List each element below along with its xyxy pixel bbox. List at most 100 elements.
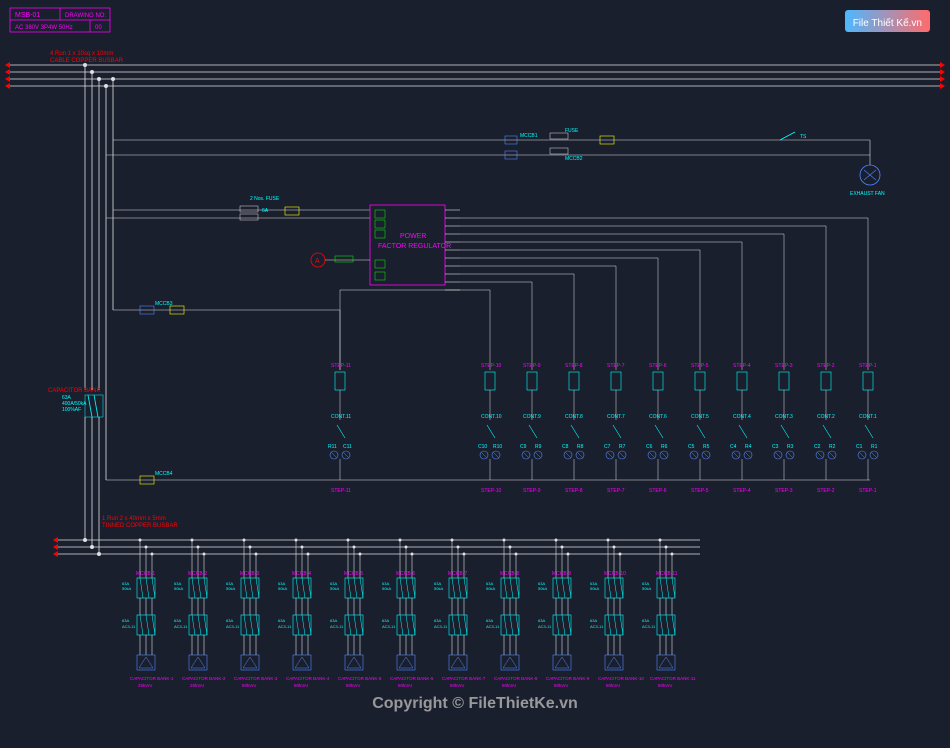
svg-text:MCCB4: MCCB4 bbox=[155, 471, 173, 477]
svg-text:50kVAr: 50kVAr bbox=[606, 683, 621, 688]
svg-text:CAPACITOR BANK-1: CAPACITOR BANK-1 bbox=[130, 676, 174, 681]
bank-1: MCCB-163A50kA63AAC3-11CAPACITOR BANK-125… bbox=[122, 539, 174, 689]
pfr-title1: POWER bbox=[400, 233, 426, 240]
svg-text:STEP-9: STEP-9 bbox=[523, 488, 541, 494]
svg-text:C5: C5 bbox=[688, 444, 695, 450]
title-drawing: DRAWING NO: bbox=[65, 13, 106, 19]
pfr-title2: FACTOR REGULATOR bbox=[378, 243, 451, 250]
step-10: STEP-10CONT.10C10R10STEP-10 bbox=[460, 290, 502, 494]
svg-text:25kVAr: 25kVAr bbox=[138, 683, 153, 688]
bank-8: MCCB-863A50kA63AAC3-11CAPACITOR BANK-850… bbox=[486, 539, 538, 689]
svg-text:63A: 63A bbox=[330, 618, 337, 623]
svg-text:AC3-11: AC3-11 bbox=[434, 624, 448, 629]
svg-text:AC3-11: AC3-11 bbox=[486, 624, 500, 629]
svg-text:63A: 63A bbox=[226, 618, 233, 623]
svg-text:MCCB-5: MCCB-5 bbox=[344, 571, 363, 577]
svg-text:CONT.10: CONT.10 bbox=[481, 414, 502, 420]
top-bus-sublabel: CABLE COPPER BUSBAR bbox=[50, 58, 124, 64]
svg-text:C9: C9 bbox=[520, 444, 527, 450]
svg-text:R8: R8 bbox=[577, 444, 584, 450]
svg-text:50kA: 50kA bbox=[382, 586, 391, 591]
svg-text:AC3-11: AC3-11 bbox=[642, 624, 656, 629]
site-logo: File Thiết Kế.vn bbox=[845, 10, 930, 32]
svg-text:C7: C7 bbox=[604, 444, 611, 450]
svg-text:STEP-11: STEP-11 bbox=[331, 363, 351, 369]
svg-text:R9: R9 bbox=[535, 444, 542, 450]
svg-text:C8: C8 bbox=[562, 444, 569, 450]
svg-text:MCCB-3: MCCB-3 bbox=[240, 571, 259, 577]
step-11: STEP-11CONT.11R11C11STEP-11 bbox=[328, 290, 460, 494]
svg-text:AC3-11: AC3-11 bbox=[226, 624, 240, 629]
svg-text:50kVAr: 50kVAr bbox=[502, 683, 517, 688]
svg-text:CONT.7: CONT.7 bbox=[607, 414, 625, 420]
svg-text:50kA: 50kA bbox=[226, 586, 235, 591]
svg-text:CONT.11: CONT.11 bbox=[331, 414, 351, 420]
svg-text:R11: R11 bbox=[328, 444, 337, 450]
svg-text:STEP-3: STEP-3 bbox=[775, 488, 793, 494]
svg-text:CAPACITOR BANK-3: CAPACITOR BANK-3 bbox=[234, 676, 278, 681]
bank-7: MCCB-763A50kA63AAC3-11CAPACITOR BANK-750… bbox=[434, 539, 486, 689]
svg-text:50kA: 50kA bbox=[174, 586, 183, 591]
svg-text:R3: R3 bbox=[787, 444, 794, 450]
svg-text:STEP-10: STEP-10 bbox=[481, 488, 502, 494]
svg-text:STEP-3: STEP-3 bbox=[775, 363, 793, 369]
svg-text:STEP-7: STEP-7 bbox=[607, 363, 625, 369]
svg-text:STEP-8: STEP-8 bbox=[565, 488, 583, 494]
bank-9: MCCB-963A50kA63AAC3-11CAPACITOR BANK-950… bbox=[538, 539, 590, 689]
svg-text:MCCB-9: MCCB-9 bbox=[552, 571, 571, 577]
svg-text:AC3-11: AC3-11 bbox=[590, 624, 604, 629]
bank-4: MCCB-463A50kA63AAC3-11CAPACITOR BANK-450… bbox=[278, 539, 330, 689]
bank-3: MCCB-363A50kA63AAC3-11CAPACITOR BANK-350… bbox=[226, 539, 278, 689]
svg-text:50kA: 50kA bbox=[642, 586, 651, 591]
svg-text:63A: 63A bbox=[122, 618, 129, 623]
step-9: STEP-9 CONT.9 C9 R9 STEP-9 bbox=[460, 282, 542, 494]
svg-text:CONT.5: CONT.5 bbox=[691, 414, 709, 420]
svg-text:CONT.6: CONT.6 bbox=[649, 414, 667, 420]
svg-text:AC3-11: AC3-11 bbox=[538, 624, 552, 629]
svg-text:MCCB-1: MCCB-1 bbox=[136, 571, 155, 577]
exhaust-fan-label: EXHAUST FAN bbox=[850, 191, 885, 197]
meter-row: 2 Nos. FUSE 6A bbox=[106, 196, 370, 220]
svg-text:STEP-11: STEP-11 bbox=[331, 488, 351, 494]
svg-text:FUSE: FUSE bbox=[565, 128, 579, 134]
step-6: STEP-6CONT.6C6R6STEP-6 bbox=[460, 258, 668, 494]
svg-text:50kA: 50kA bbox=[122, 586, 131, 591]
svg-text:CAPACITOR BANK-6: CAPACITOR BANK-6 bbox=[390, 676, 434, 681]
pfr-box: POWER FACTOR REGULATOR A bbox=[311, 205, 451, 285]
svg-text:50kVAr: 50kVAr bbox=[658, 683, 673, 688]
svg-text:AC3-11: AC3-11 bbox=[330, 624, 344, 629]
svg-text:MCCB-10: MCCB-10 bbox=[604, 571, 626, 577]
svg-text:CONT.4: CONT.4 bbox=[733, 414, 751, 420]
bottom-bus-label: 1 Run 2 x 40mm x 5mm bbox=[102, 516, 166, 522]
top-busbar bbox=[5, 62, 945, 89]
banks-group: MCCB-163A50kA63AAC3-11CAPACITOR BANK-125… bbox=[122, 539, 696, 689]
svg-text:C2: C2 bbox=[814, 444, 821, 450]
svg-text:STEP-9: STEP-9 bbox=[523, 363, 541, 369]
bank-2: MCCB-263A50kA63AAC3-11CAPACITOR BANK-225… bbox=[174, 539, 226, 689]
svg-text:CONT.3: CONT.3 bbox=[775, 414, 793, 420]
svg-text:50kVAr: 50kVAr bbox=[346, 683, 361, 688]
svg-text:CONT.9: CONT.9 bbox=[523, 414, 541, 420]
svg-text:STEP-10: STEP-10 bbox=[481, 363, 502, 369]
bottom-bus-sublabel: TINNED COPPER BUSBAR bbox=[102, 523, 178, 529]
svg-text:MCCB-4: MCCB-4 bbox=[292, 571, 311, 577]
svg-text:C3: C3 bbox=[772, 444, 779, 450]
svg-text:STEP-8: STEP-8 bbox=[565, 363, 583, 369]
svg-text:63A: 63A bbox=[590, 618, 597, 623]
svg-text:50kA: 50kA bbox=[486, 586, 495, 591]
svg-text:50kVAr: 50kVAr bbox=[398, 683, 413, 688]
copyright-text: Copyright © FileThietKe.vn bbox=[372, 695, 578, 713]
svg-text:R6: R6 bbox=[661, 444, 668, 450]
svg-text:CAPACITOR BANK-10: CAPACITOR BANK-10 bbox=[598, 676, 644, 681]
svg-text:R2: R2 bbox=[829, 444, 836, 450]
svg-text:R7: R7 bbox=[619, 444, 626, 450]
svg-text:C4: C4 bbox=[730, 444, 737, 450]
steps-group: STEP-11CONT.11R11C11STEP-11STEP-10CONT.1… bbox=[328, 218, 878, 494]
svg-text:MCCB-2: MCCB-2 bbox=[188, 571, 207, 577]
svg-text:R4: R4 bbox=[745, 444, 752, 450]
svg-text:MCCB-11: MCCB-11 bbox=[656, 571, 678, 577]
svg-text:CAPACITOR BANK-5: CAPACITOR BANK-5 bbox=[338, 676, 382, 681]
pfr-outputs bbox=[445, 210, 460, 290]
svg-text:AC3-11: AC3-11 bbox=[122, 624, 136, 629]
svg-text:63A: 63A bbox=[486, 618, 493, 623]
